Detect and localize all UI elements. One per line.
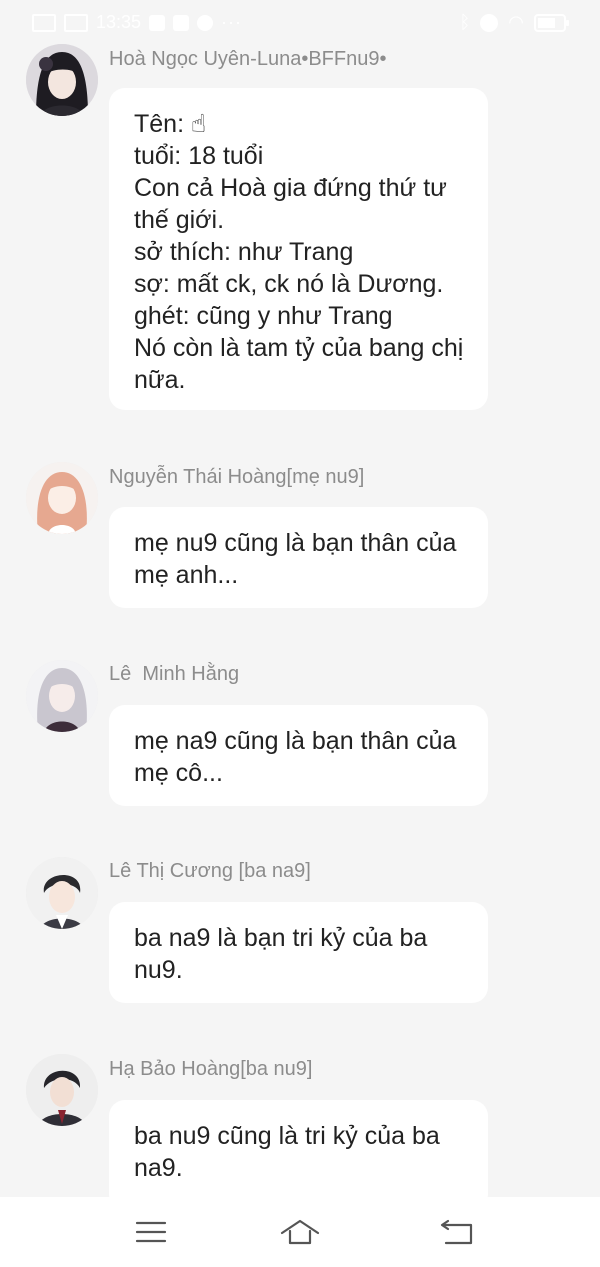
vibrate-icon [480,13,499,32]
message-bubble[interactable]: Tên: ☝ tuổi: 18 tuổi Con cả Hoà gia đứng… [109,88,488,410]
navigation-bar [0,1197,600,1267]
app-icon [173,14,190,31]
avatar[interactable] [26,462,98,534]
avatar[interactable] [26,857,98,929]
avatar-dark-hair-boy-icon [26,857,98,929]
message-bubble[interactable]: ba nu9 cũng là tri kỷ của ba na9. [109,1100,488,1210]
back-icon [440,1219,473,1245]
sender-name: Lê Thị Cương [ba na9] [109,860,311,882]
menu-icon [135,1221,167,1243]
facebook-icon [149,14,166,31]
wifi-icon: ◠ [508,12,524,32]
battery-icon [534,13,569,32]
sender-name: Lê Minh Hằng [109,663,240,685]
back-button[interactable] [438,1215,478,1249]
avatar[interactable] [26,660,98,732]
home-button[interactable] [280,1215,320,1249]
message-bubble[interactable]: mẹ na9 cũng là bạn thân của mẹ cô... [109,705,488,806]
home-icon [280,1219,320,1245]
more-dots-icon: ··· [221,12,243,32]
message-bubble[interactable]: ba na9 là bạn tri kỷ của ba nu9. [109,902,488,1003]
message-bubble[interactable]: mẹ nu9 cũng là bạn thân của mẹ anh... [109,507,488,608]
avatar[interactable] [26,44,98,116]
sender-name: Nguyễn Thái Hoàng[mẹ nu9] [109,466,365,488]
avatar-suit-man-icon [26,1054,98,1126]
signal-icon [32,13,56,32]
sender-name: Hoà Ngọc Uyên-Luna•BFFnu9• [109,48,387,70]
status-bar: 13:35 ··· ᛒ ◠ [0,0,600,44]
signal-icon [64,13,88,32]
bluetooth-icon: ᛒ [459,12,471,32]
status-time: 13:35 [96,12,142,32]
avatar[interactable] [26,1054,98,1126]
avatar-pink-hair-girl-icon [26,462,98,534]
avatar-dark-hair-girl-icon [26,44,98,116]
sender-name: Hạ Bảo Hoàng[ba nu9] [109,1058,313,1080]
menu-button[interactable] [131,1215,171,1249]
messenger-icon [197,14,214,31]
avatar-silver-hair-girl-icon [26,660,98,732]
